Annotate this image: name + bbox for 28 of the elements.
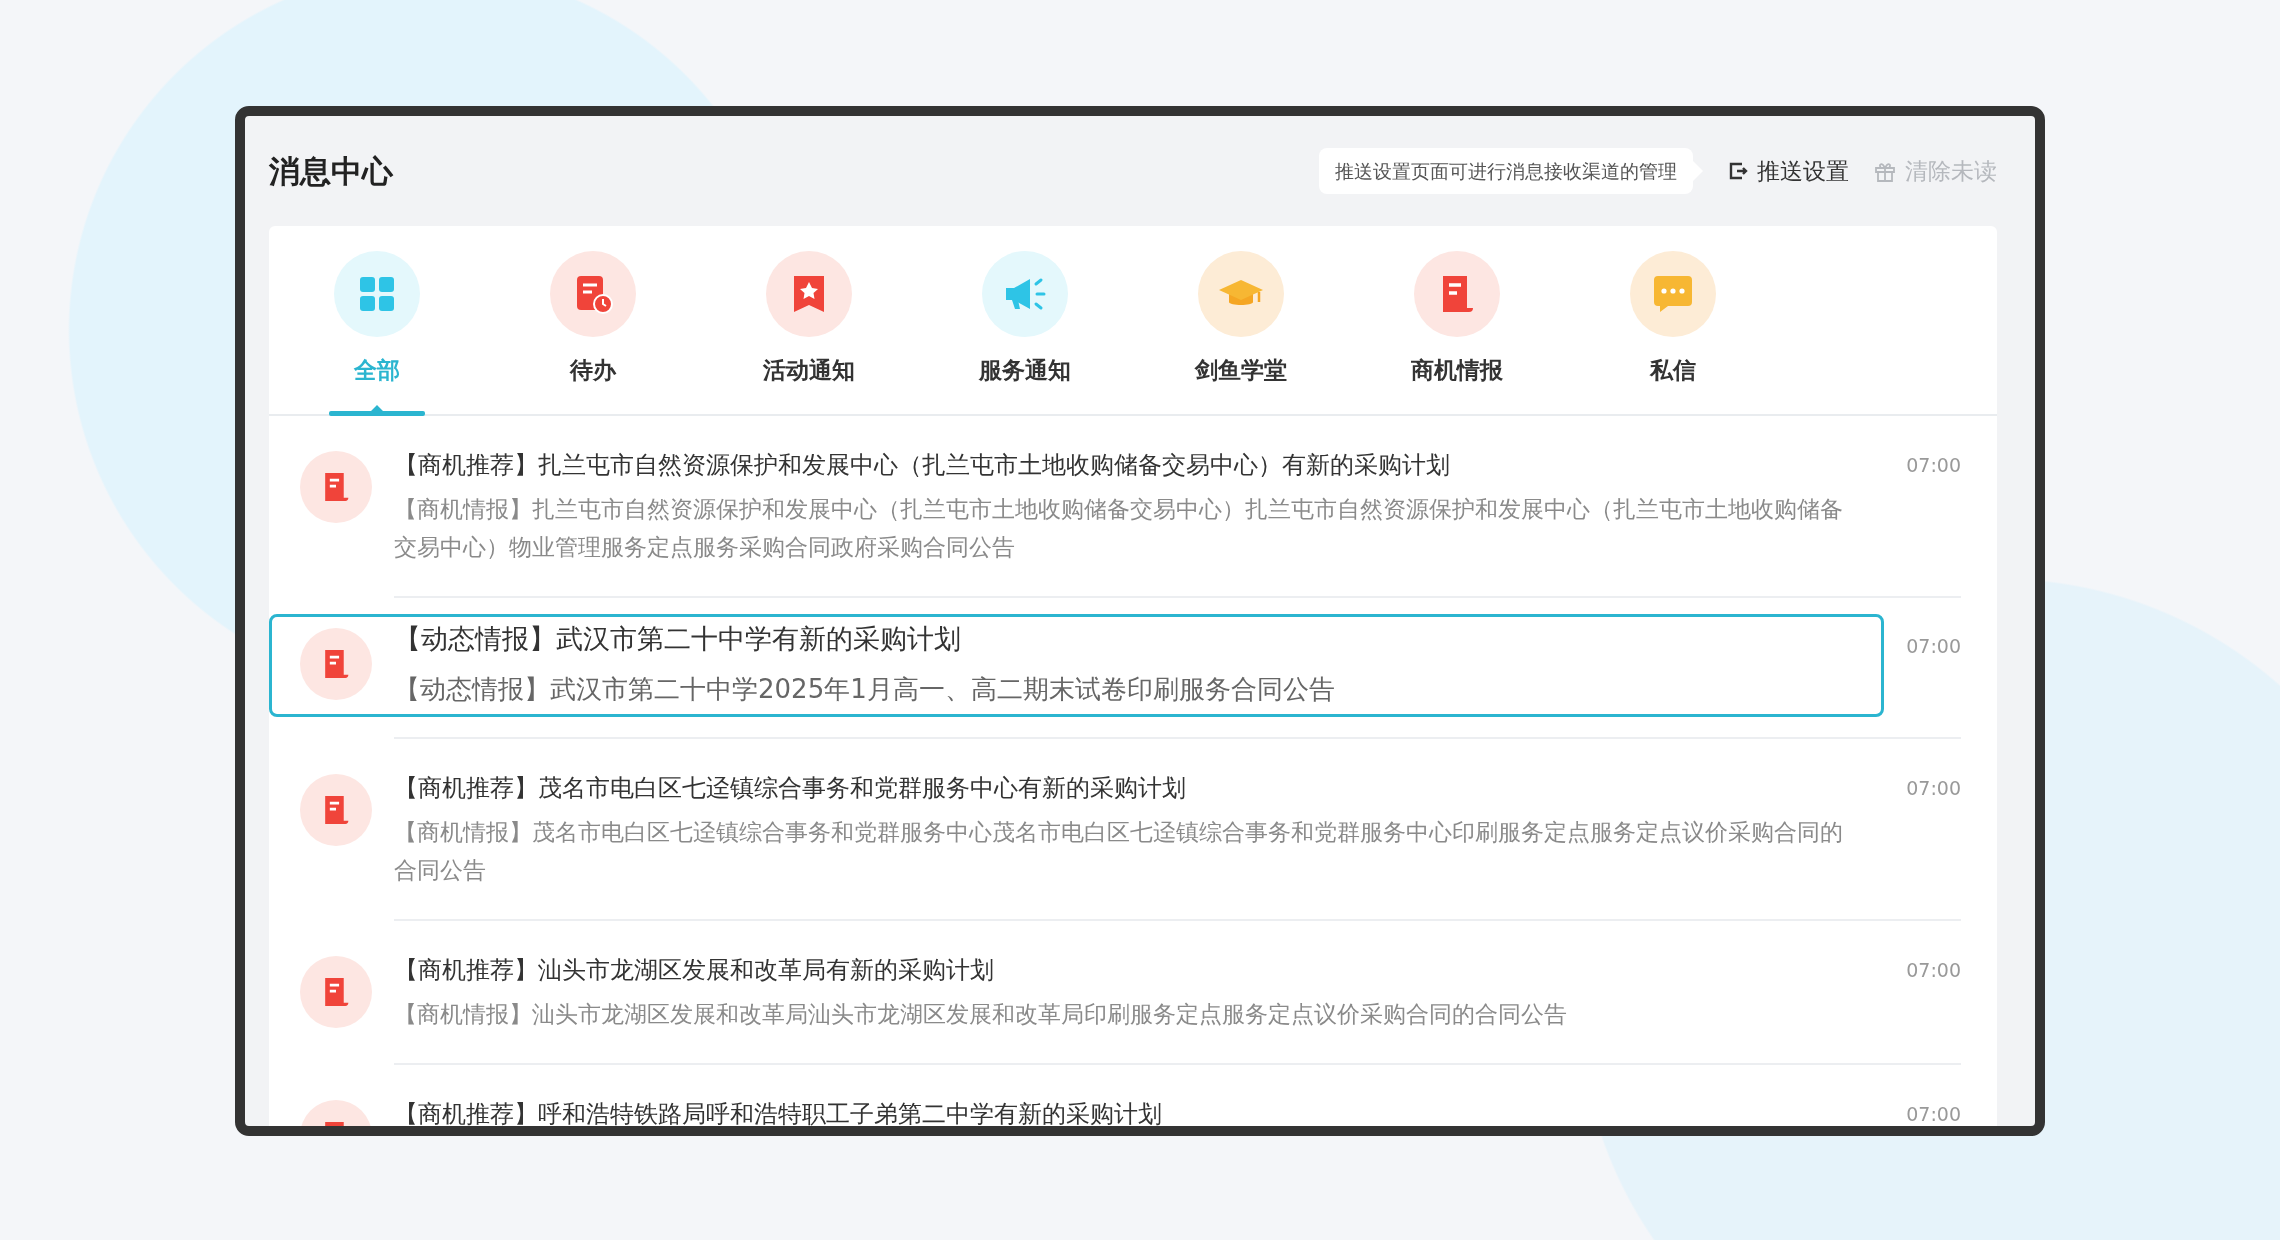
message-item[interactable]: 【动态情报】武汉市第二十中学有新的采购计划 【动态情报】武汉市第二十中学2025年1月高一、高二期末试卷印刷服务合同公告 [269,614,1884,717]
category-tab[interactable]: 活动通知 [701,226,917,414]
message-item[interactable]: 【商机推荐】汕头市龙湖区发展和改革局有新的采购计划 【商机情报】汕头市龙湖区发展和改革局汕头市龙湖区发展和改革局印刷服务定点服务定点议价采购合同的合同公告 [269,921,1884,1063]
message-title: 【商机推荐】汕头市龙湖区发展和改革局有新的采购计划 [394,955,995,986]
message-time: 07:00 [1905,958,1961,983]
category-tab[interactable]: 服务通知 [917,226,1133,414]
message-item[interactable]: 【商机推荐】呼和浩特铁路局呼和浩特职工子弟第二中学有新的采购计划 [269,1065,1884,1126]
window-title: 消息中心 [269,151,393,191]
message-summary: 【商机情报】汕头市龙湖区发展和改革局汕头市龙湖区发展和改革局印刷服务定点服务定点议价采购合同的合同公告 [394,1000,1568,1029]
push-settings-button[interactable]: 推送设置 [1727,153,1849,189]
message-title: 【商机推荐】扎兰屯市自然资源保护和发展中心（扎兰屯市土地收购储备交易中心）有新的采购计划 [394,450,1451,481]
category-tab[interactable]: 私信 [1565,226,1781,414]
message-title: 【商机推荐】呼和浩特铁路局呼和浩特职工子弟第二中学有新的采购计划 [394,1099,1163,1126]
message-summary: 【动态情报】武汉市第二十中学2025年1月高一、高二期末试卷印刷服务合同公告 [394,673,1336,706]
message-time: 07:00 [1905,1102,1961,1126]
category-tab[interactable]: 商机情报 [1349,226,1565,414]
message-time: 07:00 [1905,776,1961,801]
message-item[interactable]: 【商机推荐】扎兰屯市自然资源保护和发展中心（扎兰屯市土地收购储备交易中心）有新的采购计划 【商机情报】扎兰屯市自然资源保护和发展中心（扎兰屯市土地收购储备交易中心）扎兰屯市自然资源保护和发展中心（扎兰屯市土地收购储备交易中心）物业管理服务定点服务采购合同政府采购合同公告 [269,416,1884,596]
message-title: 【商机推荐】茂名市电白区七迳镇综合事务和党群服务中心有新的采购计划 [394,773,1187,804]
category-tab[interactable]: 待办 [485,226,701,414]
message-summary: 【商机情报】扎兰屯市自然资源保护和发展中心（扎兰屯市土地收购储备交易中心）扎兰屯市自然资源保护和发展中心（扎兰屯市土地收购储备交易中心）物业管理服务定点服务采购合同政府采购合同公告 [394,495,1844,562]
hint-tooltip: 推送设置页面可进行消息接收渠道的管理 [1319,147,1693,195]
message-time: 07:00 [1905,453,1961,478]
message-item[interactable]: 【商机推荐】茂名市电白区七迳镇综合事务和党群服务中心有新的采购计划 【商机情报】茂名市电白区七迳镇综合事务和党群服务中心茂名市电白区七迳镇综合事务和党群服务中心印刷服务定点服务定点议价采购合同的合同公告 [269,739,1884,919]
category-tab[interactable]: 剑鱼学堂 [1133,226,1349,414]
message-summary: 【商机情报】茂名市电白区七迳镇综合事务和党群服务中心茂名市电白区七迳镇综合事务和党群服务中心印刷服务定点服务定点议价采购合同的合同公告 [394,818,1844,885]
message-time: 07:00 [1905,634,1961,659]
message-title: 【动态情报】武汉市第二十中学有新的采购计划 [394,622,962,656]
